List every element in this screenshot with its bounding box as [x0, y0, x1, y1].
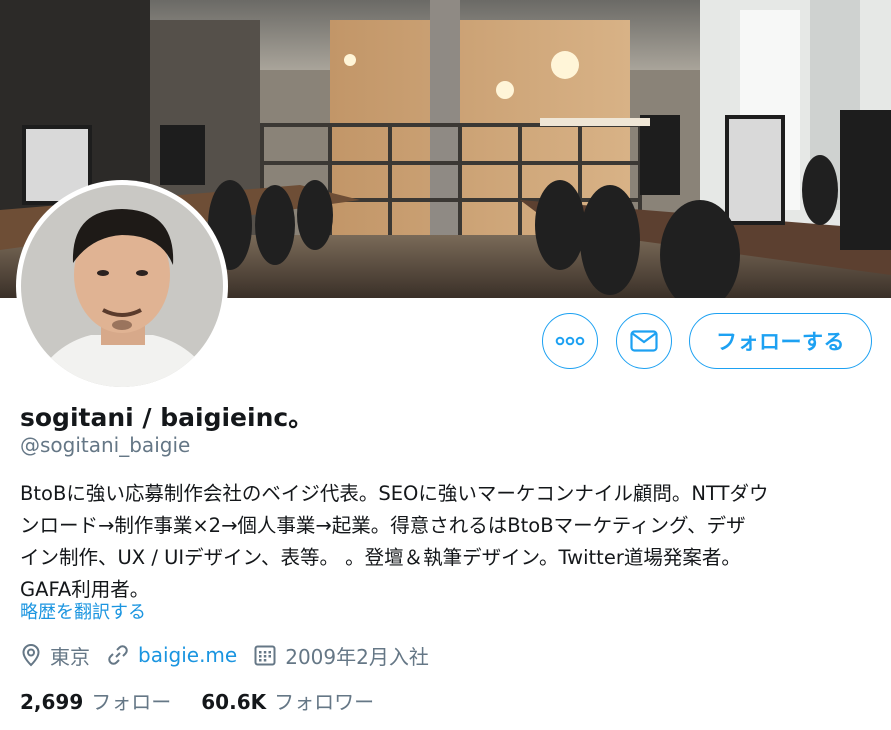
- more-dots-icon: [555, 336, 585, 346]
- followers-count: 60.6K: [201, 690, 267, 714]
- website: baigie.me: [106, 643, 237, 667]
- profile-meta: 東京 baigie.me 2009年2月入社: [20, 640, 445, 670]
- location-text: 東京: [50, 644, 90, 669]
- profile-bio: BtoBに強い応募制作会社のベイジ代表。SEOに強いマーケコンナイル顧問。NTT…: [20, 482, 769, 601]
- location-pin-icon: [22, 643, 40, 667]
- more-options-button[interactable]: [542, 313, 598, 369]
- join-date: 2009年2月入社: [253, 641, 429, 670]
- join-date-text: 2009年2月入社: [285, 644, 429, 669]
- website-link[interactable]: baigie.me: [138, 643, 237, 667]
- followers-label: フォロワー: [274, 690, 375, 714]
- profile-stats: 2,699 フォロー 60.6K フォロワー: [20, 686, 404, 715]
- following-count: 2,699: [20, 690, 84, 714]
- message-button[interactable]: [616, 313, 672, 369]
- avatar-image: [21, 185, 223, 387]
- link-icon: [108, 645, 128, 665]
- calendar-icon: [254, 645, 276, 666]
- location: 東京: [20, 641, 90, 670]
- following-stat[interactable]: 2,699 フォロー: [20, 686, 171, 715]
- follow-button[interactable]: フォローする: [689, 313, 872, 369]
- user-handle: @sogitani_baigie: [20, 433, 191, 457]
- envelope-icon: [630, 330, 658, 352]
- display-name: sogitani / baigieinc。: [20, 403, 314, 432]
- following-label: フォロー: [91, 690, 172, 714]
- translate-bio-link[interactable]: 略歴を翻訳する: [20, 598, 146, 624]
- profile-avatar[interactable]: [16, 180, 228, 392]
- followers-stat[interactable]: 60.6K フォロワー: [201, 686, 374, 715]
